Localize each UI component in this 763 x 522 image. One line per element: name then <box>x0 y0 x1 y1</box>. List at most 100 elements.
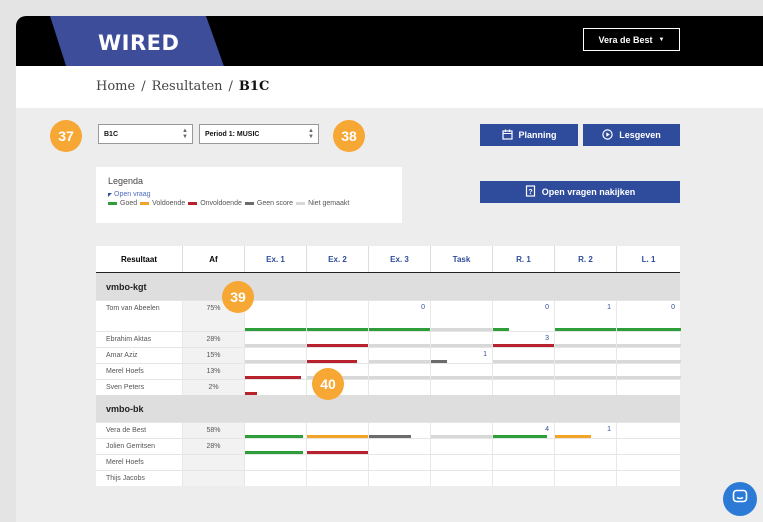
student-name[interactable]: Amar Aziz <box>96 348 182 363</box>
result-cell[interactable] <box>306 332 369 347</box>
result-cell[interactable] <box>368 471 430 486</box>
result-cell[interactable] <box>244 301 307 331</box>
result-cell[interactable] <box>554 439 616 454</box>
result-cell[interactable] <box>492 348 555 363</box>
result-cell[interactable]: 1 <box>430 348 492 363</box>
result-cell[interactable] <box>430 455 492 470</box>
table-row[interactable]: Jolien Gerritsen 28% <box>96 438 680 454</box>
result-cell[interactable] <box>492 455 554 470</box>
result-cell[interactable] <box>430 301 493 331</box>
result-cell[interactable] <box>368 455 430 470</box>
result-cell[interactable] <box>244 439 306 454</box>
wired-logo[interactable]: WIRED <box>98 31 179 55</box>
result-cell[interactable] <box>616 471 680 486</box>
chat-launcher-button[interactable] <box>723 482 757 516</box>
result-cell[interactable]: 0 <box>368 301 431 331</box>
result-cell[interactable] <box>492 471 554 486</box>
result-cell[interactable] <box>492 439 554 454</box>
result-cell[interactable] <box>244 423 306 438</box>
table-row[interactable]: Merel Hoefs <box>96 454 680 470</box>
result-cell[interactable] <box>554 364 617 379</box>
student-name[interactable]: Tom van Abeelen <box>96 301 182 331</box>
breadcrumb-home[interactable]: Home <box>96 79 135 94</box>
result-cell[interactable]: 1 <box>554 423 616 438</box>
col-header-ex1[interactable]: Ex. 1 <box>244 246 306 272</box>
class-select[interactable]: B1C ▲ ▼ <box>98 124 193 144</box>
col-header-resultaat[interactable]: Resultaat <box>96 246 182 272</box>
result-cell[interactable] <box>306 439 369 454</box>
student-name[interactable]: Merel Hoefs <box>96 455 182 470</box>
result-cell[interactable] <box>554 455 616 470</box>
result-cell[interactable] <box>306 301 369 331</box>
user-menu[interactable]: Vera de Best ▼ <box>583 28 680 51</box>
lesgeven-button[interactable]: Lesgeven <box>583 124 680 146</box>
result-cell[interactable] <box>554 348 617 363</box>
table-row[interactable]: Amar Aziz 15% 1 <box>96 347 681 363</box>
result-cell[interactable] <box>554 380 616 395</box>
result-cell[interactable] <box>430 332 493 347</box>
result-cell[interactable] <box>616 380 680 395</box>
chat-icon <box>732 489 748 510</box>
result-cell[interactable] <box>430 471 492 486</box>
student-name[interactable]: Vera de Best <box>96 423 182 438</box>
col-header-ex2[interactable]: Ex. 2 <box>306 246 368 272</box>
result-cell[interactable] <box>616 439 680 454</box>
result-cell[interactable] <box>368 364 431 379</box>
result-cell[interactable] <box>368 348 431 363</box>
result-cell[interactable] <box>306 455 368 470</box>
result-cell[interactable] <box>492 380 554 395</box>
table-row[interactable]: Vera de Best 58% 4 1 <box>96 422 680 438</box>
period-select[interactable]: Period 1: MUSIC ▲ ▼ <box>199 124 319 144</box>
result-cell[interactable] <box>430 423 493 438</box>
result-cell[interactable] <box>306 423 369 438</box>
student-name[interactable]: Ebrahim Aktas <box>96 332 182 347</box>
result-cell[interactable] <box>368 423 430 438</box>
result-cell[interactable] <box>244 348 307 363</box>
open-vragen-button[interactable]: ? Open vragen nakijken <box>480 181 680 203</box>
result-cell[interactable] <box>244 471 306 486</box>
col-header-l1[interactable]: L. 1 <box>616 246 680 272</box>
table-row[interactable]: Merel Hoefs 13% <box>96 363 681 379</box>
table-row[interactable]: Ebrahim Aktas 28% 3 <box>96 331 681 347</box>
breadcrumb-results[interactable]: Resultaten <box>152 79 223 94</box>
result-cell[interactable] <box>616 332 681 347</box>
col-header-af[interactable]: Af <box>182 246 244 272</box>
student-name[interactable]: Merel Hoefs <box>96 364 182 379</box>
result-cell[interactable] <box>306 348 368 363</box>
result-cell[interactable] <box>492 364 555 379</box>
result-cell[interactable] <box>430 364 493 379</box>
open-question-count: 1 <box>607 426 611 433</box>
col-header-task[interactable]: Task <box>430 246 492 272</box>
table-row[interactable]: Tom van Abeelen 75% 0 0 1 0 <box>96 300 681 331</box>
result-cell[interactable] <box>244 332 307 347</box>
result-cell[interactable] <box>368 380 430 395</box>
col-header-r1[interactable]: R. 1 <box>492 246 554 272</box>
result-cell[interactable] <box>244 364 306 379</box>
student-name[interactable]: Thijs Jacobs <box>96 471 182 486</box>
table-row[interactable]: Sven Peters 2% <box>96 379 680 395</box>
col-header-r2[interactable]: R. 2 <box>554 246 616 272</box>
result-cell[interactable]: 0 <box>616 301 681 331</box>
result-cell[interactable] <box>616 364 681 379</box>
result-cell[interactable] <box>244 455 306 470</box>
result-cell[interactable]: 4 <box>492 423 554 438</box>
result-cell[interactable] <box>368 332 431 347</box>
result-cell[interactable] <box>554 332 617 347</box>
result-cell[interactable] <box>430 439 492 454</box>
result-cell[interactable] <box>554 471 616 486</box>
result-cell[interactable] <box>368 439 430 454</box>
table-row[interactable]: Thijs Jacobs <box>96 470 680 486</box>
result-cell[interactable] <box>616 348 681 363</box>
result-cell[interactable] <box>306 471 368 486</box>
planning-button[interactable]: Planning <box>480 124 578 146</box>
result-cell[interactable]: 1 <box>554 301 617 331</box>
result-cell[interactable]: 0 <box>492 301 554 331</box>
result-cell[interactable] <box>244 380 306 395</box>
student-name[interactable]: Jolien Gerritsen <box>96 439 182 454</box>
result-cell[interactable]: 3 <box>492 332 555 347</box>
result-cell[interactable] <box>616 455 680 470</box>
student-name[interactable]: Sven Peters <box>96 380 182 395</box>
result-cell[interactable] <box>616 423 680 438</box>
col-header-ex3[interactable]: Ex. 3 <box>368 246 430 272</box>
result-cell[interactable] <box>430 380 492 395</box>
